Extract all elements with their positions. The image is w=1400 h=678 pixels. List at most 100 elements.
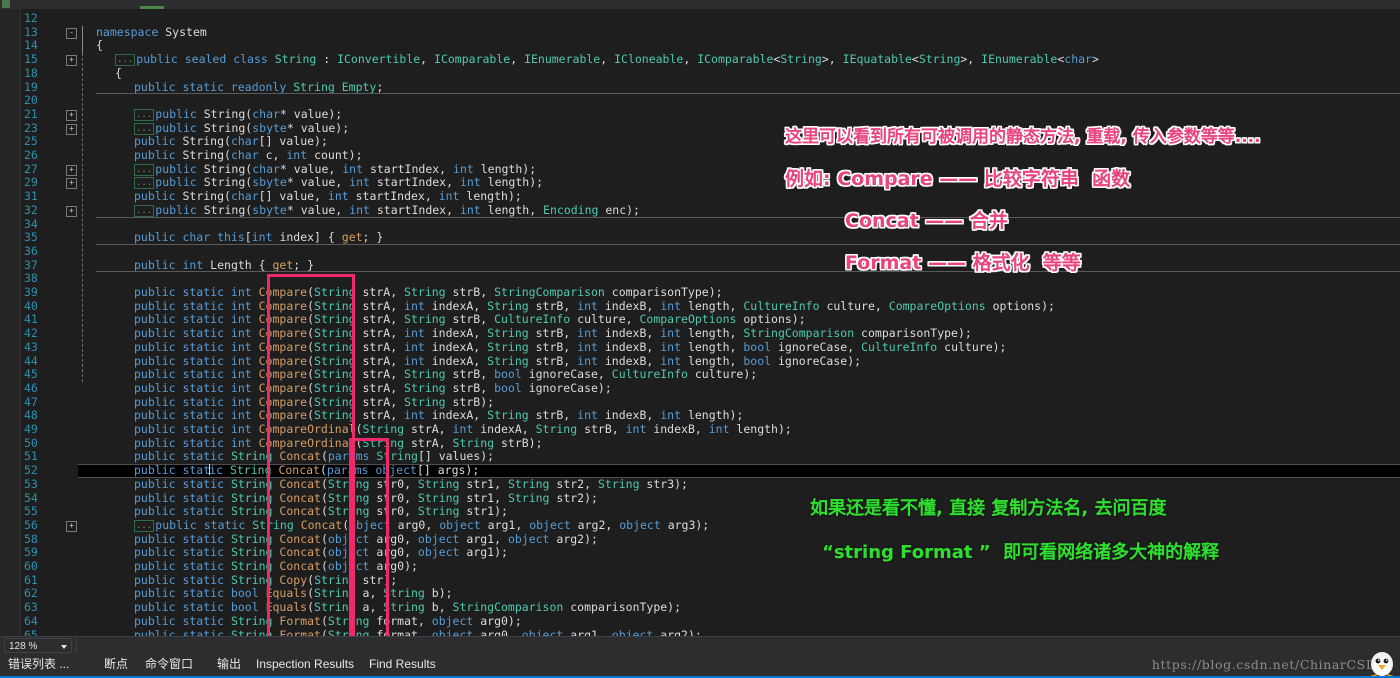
code-line[interactable]: 27 + ... public String(char* value, int sta… [0, 162, 1400, 177]
token: str2, [549, 476, 598, 491]
tool-window-tab[interactable]: 输出 [217, 653, 241, 676]
code-line[interactable]: 21 + ... public String(char* value); [0, 107, 1400, 122]
xml-doc-ellipsis-icon[interactable]: ... [134, 519, 155, 532]
code-line[interactable]: 26 public String(char c, int count); [0, 148, 1400, 163]
token: arg1); [459, 545, 508, 560]
code-line[interactable]: 61 public static String Copy(String str); [0, 573, 1400, 588]
code-line[interactable]: 20 [0, 93, 1400, 108]
token: String [230, 476, 273, 491]
code-line[interactable]: 31 public String(char[] value, int startI… [0, 189, 1400, 204]
token: indexA, [424, 339, 488, 354]
code-line[interactable]: 53 public static String Concat(String str… [0, 476, 1400, 492]
token: strB, [445, 380, 495, 395]
token: String [327, 613, 370, 628]
code-line[interactable]: 48 public static int Compare(String strA,… [0, 408, 1400, 423]
token: bool [743, 353, 772, 368]
expand-icon[interactable]: + [66, 164, 77, 176]
token: length, [681, 326, 744, 341]
code-line[interactable]: 40 public static int Compare(String strA,… [0, 298, 1400, 314]
token: ( [307, 285, 315, 299]
xml-doc-ellipsis-icon[interactable]: ... [134, 122, 155, 135]
token: ic [209, 463, 230, 478]
code-line[interactable]: 43 public static int Compare(String strA,… [0, 339, 1400, 355]
code-line[interactable]: 32 + ... public String(sbyte* value, int st… [0, 203, 1400, 218]
code-line[interactable]: 56 + ... public static String Concat(object… [0, 518, 1400, 533]
expand-icon[interactable]: + [66, 205, 77, 217]
toolbar-icon[interactable] [2, 0, 10, 8]
code-line[interactable]: 18 { [0, 66, 1400, 81]
xml-doc-ellipsis-icon[interactable]: ... [115, 54, 136, 67]
xml-doc-ellipsis-icon[interactable]: ... [134, 108, 155, 121]
expand-icon[interactable]: + [66, 520, 77, 532]
code-line[interactable]: 35 public char this[int index] { get; } [0, 230, 1400, 245]
code-line[interactable]: 54 public static String Concat(String str… [0, 490, 1400, 506]
indent-guide [82, 25, 83, 54]
code-line[interactable]: 29 + ... public String(sbyte* value, int st… [0, 176, 1400, 190]
tool-window-tab[interactable]: 断点 [104, 653, 128, 676]
tool-window-tab[interactable]: 错误列表 ... [8, 653, 69, 676]
chevron-down-icon[interactable] [61, 645, 67, 649]
code-line[interactable]: 15 +... public sealed class String : IConv… [0, 52, 1400, 67]
xml-doc-ellipsis-icon[interactable]: ... [134, 163, 155, 176]
indent-guide [82, 53, 83, 382]
token: arg2); [549, 531, 598, 546]
token: String [203, 175, 246, 190]
token: ignoreCase, [521, 367, 612, 382]
expand-icon[interactable]: + [66, 178, 77, 190]
token: strB, [528, 408, 578, 423]
code-line[interactable]: 12 [0, 11, 1400, 26]
expand-icon[interactable]: + [66, 123, 77, 135]
code-line[interactable]: 36 [0, 244, 1400, 259]
xml-doc-ellipsis-icon[interactable]: ... [134, 204, 155, 217]
code-line[interactable]: 50 public static int CompareOrdinal(Strin… [0, 436, 1400, 451]
code-line[interactable]: 62 public static bool Equals(String a, St… [0, 587, 1400, 601]
token: { [96, 38, 103, 53]
code-line[interactable]: 45 public static int Compare(String strA,… [0, 367, 1400, 382]
token: int [404, 408, 425, 423]
collapse-icon[interactable]: - [66, 27, 77, 39]
code-line[interactable]: 42 public static int Compare(String strA,… [0, 326, 1400, 341]
token: String [230, 504, 273, 519]
line-number: 52 [24, 463, 38, 478]
token: Concat [279, 504, 321, 519]
token: public [155, 175, 204, 190]
code-line[interactable]: 51 public static String Concat(params Str… [0, 450, 1400, 464]
code-line[interactable]: 64 public static String Format(String for… [0, 613, 1400, 629]
code-line[interactable]: 55 public static String Concat(String str… [0, 504, 1400, 519]
code-text: ... public static String Concat(object ar… [134, 518, 709, 533]
code-line[interactable]: 38 [0, 272, 1400, 286]
token: strB, [445, 312, 495, 327]
code-line[interactable]: 47 public static int Compare(String strA,… [0, 395, 1400, 410]
code-line[interactable]: 14 { [0, 39, 1400, 53]
pink-annotation-4: Format —— 格式化 等等 [845, 252, 1081, 274]
expand-icon[interactable]: + [66, 109, 77, 121]
code-line[interactable]: 34 [0, 217, 1400, 232]
token: arg0); [369, 559, 418, 573]
code-line[interactable]: 39 public static int Compare(String strA,… [0, 285, 1400, 300]
token: ( [307, 298, 315, 313]
code-line[interactable]: 63 public static bool Equals(String a, St… [0, 600, 1400, 615]
tool-window-tab-bar[interactable]: 错误列表 ... 断点 命令窗口 输出 Inspection Results Find R… [0, 652, 1400, 678]
token: String [230, 559, 273, 573]
token: b, [424, 600, 453, 615]
line-number: 41 [24, 312, 38, 327]
code-line[interactable]: 49 public static int CompareOrdinal(Strin… [0, 422, 1400, 437]
tool-window-tab[interactable]: Find Results [369, 653, 436, 676]
code-line[interactable]: 52 public static String Concat(params obj… [0, 463, 1400, 478]
code-line[interactable]: 19 public static readonly String Empty; [0, 80, 1400, 95]
tool-window-tab[interactable]: Inspection Results [256, 653, 354, 676]
token: String [230, 490, 273, 505]
code-line[interactable]: 37 public int Length { get; } [0, 258, 1400, 273]
token: startIndex, [369, 175, 460, 190]
token: public static [134, 490, 231, 505]
xml-doc-ellipsis-icon[interactable]: ... [134, 177, 155, 190]
token: int [404, 326, 425, 341]
code-line[interactable]: 46 public static int Compare(String strA,… [0, 380, 1400, 396]
code-line[interactable]: 44 public static int Compare(String strA,… [0, 353, 1400, 369]
tool-window-tab[interactable]: 命令窗口 [145, 653, 193, 676]
zoom-level-combo[interactable]: 128 % [4, 638, 72, 653]
code-line[interactable]: 41 public static int Compare(String strA,… [0, 313, 1400, 327]
code-line[interactable]: 13 - namespace System [0, 25, 1400, 40]
expand-icon[interactable]: + [66, 55, 77, 67]
line-number: 31 [24, 189, 38, 204]
